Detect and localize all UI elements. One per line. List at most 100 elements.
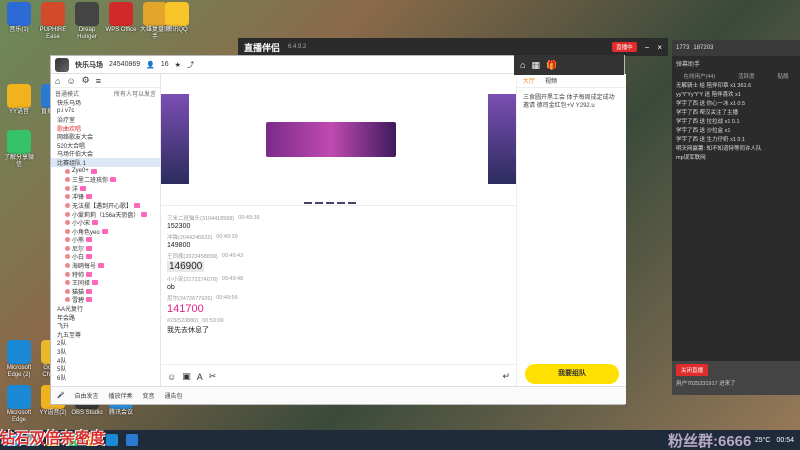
feed-line: 明天网赢薯: 知不知道特等同许人队	[676, 146, 762, 152]
notice-button[interactable]: 通告包	[165, 391, 183, 400]
emoji-icon[interactable]: ☺	[167, 372, 176, 382]
channel-tree-item[interactable]: 王同择	[51, 278, 160, 287]
channel-tree-item[interactable]: 特帅	[51, 270, 160, 278]
desktop-icon[interactable]: Dreap Hunger	[70, 2, 104, 41]
channel-tree-item[interactable]: 6队	[51, 373, 160, 382]
channel-tree-item[interactable]: Zye0+	[51, 167, 160, 176]
sender-name[interactable]: #23(523880)	[167, 318, 198, 324]
mic-icon[interactable]: 🎤	[57, 392, 64, 399]
channel-tree-item[interactable]: 小小宋	[51, 218, 160, 227]
list-icon[interactable]: ≡	[96, 76, 101, 86]
desktop-icon[interactable]: 了解分享微信	[2, 130, 36, 169]
channel-tree-item[interactable]: 无法摆【遇到开心歌】	[51, 201, 160, 210]
send-icon[interactable]: ↵	[502, 371, 510, 382]
channel-tree-item[interactable]: 小角色yeo	[51, 227, 160, 236]
channel-tree-item[interactable]: 5队	[51, 364, 160, 373]
desktop-icon[interactable]: PUPHIRE Ease	[36, 2, 70, 41]
channel-tree-item[interactable]: 三里二班孩你	[51, 175, 160, 184]
scissors-icon[interactable]: ✂	[209, 371, 217, 382]
sender-name[interactable]: 冲锋(2044246632)	[167, 233, 212, 241]
steam-icon[interactable]	[126, 434, 138, 446]
channel-tree-item[interactable]: 马场仟伯大会	[51, 150, 160, 158]
channel-tree-item[interactable]: p.i v7c	[51, 107, 160, 116]
edge-icon[interactable]	[106, 434, 118, 446]
font-icon[interactable]: A	[197, 372, 203, 382]
tab-hall[interactable]: 大厅	[523, 76, 535, 85]
channel-label: 无法摆【遇到开心歌】	[72, 203, 133, 210]
chat-message-meta: 小小宋(2172274678) 00:49:48	[167, 275, 510, 283]
room-avatar[interactable]	[55, 57, 69, 72]
music-button[interactable]: 播放伴奏	[109, 391, 133, 400]
sender-name[interactable]: 王同择(2023458838)	[167, 252, 218, 260]
desktop-icon[interactable]: 音乐(1)	[2, 2, 36, 34]
home-icon[interactable]: ⌂	[520, 60, 525, 70]
share-icon[interactable]: ⤴	[187, 60, 194, 70]
voice-change-button[interactable]: 变音	[143, 391, 155, 400]
desktop-icon[interactable]: YY语音	[2, 84, 36, 116]
desktop-icon[interactable]: Microsoft Edge	[2, 385, 36, 424]
channel-tree-item[interactable]: 九五至尊	[51, 330, 160, 339]
gift-icon[interactable]: 🎁	[546, 60, 557, 71]
clock-text[interactable]: 00:54	[776, 437, 794, 444]
mic-icon	[65, 202, 70, 208]
banner-right-image[interactable]	[488, 94, 516, 184]
mode-label[interactable]: 普通模式	[55, 89, 79, 98]
channel-tree-item[interactable]: 网络歌友大会	[51, 132, 160, 141]
channel-tree-item[interactable]: 4队	[51, 356, 160, 365]
channel-tree-item[interactable]: 猫猫	[51, 287, 160, 296]
desktop-icon-label: 腾讯QQ	[166, 27, 188, 33]
tab-online-users[interactable]: 在线用户(44)	[683, 72, 715, 80]
channel-tree-item[interactable]: AA光复行	[51, 304, 160, 313]
desktop-icon[interactable]: Microsoft Edge (2)	[2, 340, 36, 379]
channel-tree-item[interactable]: 雪碧	[51, 296, 160, 304]
channel-label: 小白	[72, 255, 85, 262]
channel-tree-item[interactable]: 2队	[51, 339, 160, 347]
channel-tree-item[interactable]: 尼尔	[51, 244, 160, 253]
channel-tree-item[interactable]: 飞升	[51, 321, 160, 330]
carousel-dots[interactable]	[304, 202, 356, 204]
channel-tree-item[interactable]: 洋	[51, 184, 160, 193]
grid-icon[interactable]: ▦	[531, 60, 540, 71]
channel-label: 3队	[57, 350, 67, 356]
channel-tree-item[interactable]: 治疗室	[51, 115, 160, 124]
channel-tree-item[interactable]: 比赛组队 1	[51, 158, 160, 167]
channel-tree-item[interactable]: 小熊	[51, 236, 160, 245]
mic-icon	[65, 228, 70, 234]
mic-icon	[65, 168, 70, 174]
join-team-button[interactable]: 我要组队	[525, 364, 619, 384]
sender-name[interactable]: 尼尔(2472677926)	[167, 294, 212, 302]
weather-text[interactable]: 25°C	[755, 437, 771, 444]
sender-name[interactable]: 小小宋(2172274678)	[167, 275, 218, 283]
channel-tree-item[interactable]: 520大合唱	[51, 141, 160, 150]
speak-permission[interactable]: 所有人可以发言	[114, 89, 156, 98]
free-speak-button[interactable]: 自由发言	[74, 391, 98, 400]
channel-tree-item[interactable]: 小白	[51, 253, 160, 262]
star-icon[interactable]: ★	[175, 61, 181, 69]
channel-tree-item[interactable]: 3队	[51, 347, 160, 356]
tab-badge[interactable]: 贴靓	[778, 72, 789, 80]
channel-tree-item[interactable]: 歌曲欢唱	[51, 124, 160, 133]
channel-tree-item[interactable]: 年会路	[51, 313, 160, 322]
channel-tree-item[interactable]: 冲锋	[51, 193, 160, 201]
settings-icon[interactable]: ⚙	[82, 75, 90, 86]
sender-name[interactable]: 三米二班猫头(3104418588)	[167, 214, 234, 222]
channel-label: 小熊	[72, 238, 85, 245]
banner-left-image[interactable]	[161, 94, 189, 184]
people-icon[interactable]: ☺	[66, 76, 75, 86]
close-live-button[interactable]: 关闭直播	[676, 364, 709, 376]
channel-tree-item[interactable]: 小爱莉莉（156a天恐盘）	[51, 210, 160, 219]
channel-tree-item[interactable]: 快乐马场	[51, 98, 160, 107]
channel-label: 小小宋	[72, 221, 91, 227]
banner-ad[interactable]	[266, 122, 396, 157]
home-icon[interactable]: ⌂	[55, 76, 60, 86]
channel-label: 小爱莉莉（156a天恐盘）	[72, 212, 140, 219]
tab-video[interactable]: 视频	[545, 76, 557, 85]
desktop-icon[interactable]: 腾讯QQ	[160, 2, 194, 34]
tab-activity[interactable]: 活跃度	[738, 72, 755, 80]
minimize-icon[interactable]: −	[645, 43, 650, 52]
image-icon[interactable]: ▣	[182, 371, 191, 382]
channel-tree-item[interactable]: 海鸥每号	[51, 261, 160, 270]
desktop-icon[interactable]: WPS Office	[104, 2, 138, 34]
channel-label: 治疗室	[57, 117, 76, 124]
close-icon[interactable]: ×	[657, 43, 662, 52]
